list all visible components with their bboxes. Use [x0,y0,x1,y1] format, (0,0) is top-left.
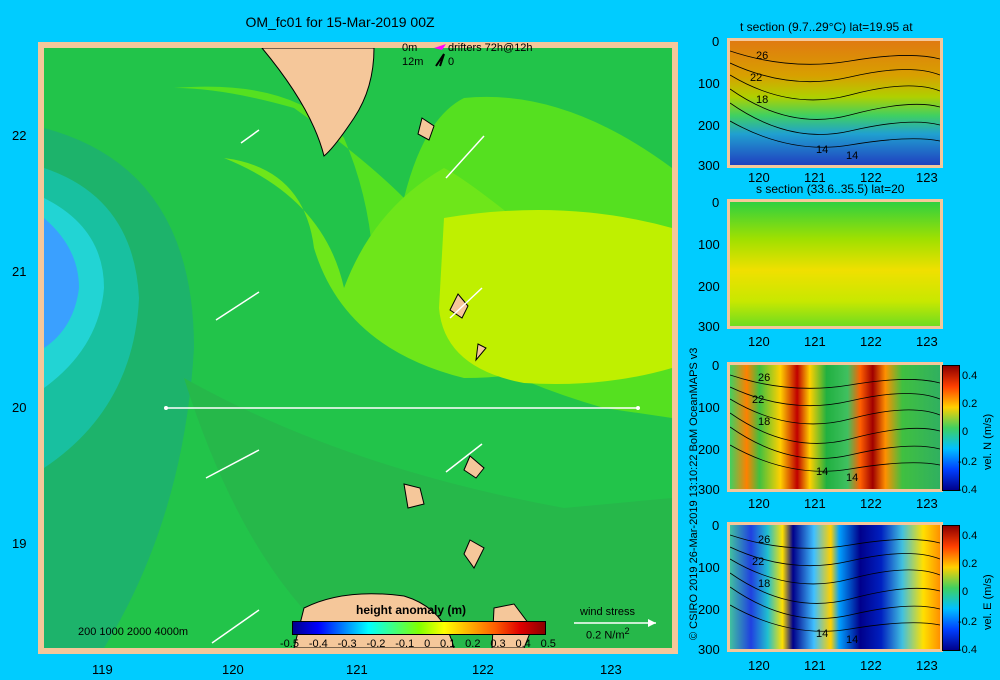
cb-tick: 0.3 [490,638,506,650]
t-contour-label: 26 [756,50,769,62]
map-xtick-122: 122 [472,662,494,677]
sec-ytick: 0 [712,518,720,533]
vn-cb-label: vel. N (m/s) [982,413,994,470]
sec-xtick: 120 [748,170,770,185]
section-end [636,406,640,410]
cb-tick: -0.5 [280,638,299,650]
depth-legend: 200 1000 2000 4000m [78,626,189,638]
map-ytick-21: 21 [12,264,27,279]
sec-ytick: 200 [698,442,720,457]
vn-contour-label: 14 [816,466,829,478]
cb-tick: 0.2 [465,638,481,650]
yellow-green-region [439,210,672,384]
ve-cb-tick: 0 [962,586,969,598]
sec-ytick: 200 [698,118,720,133]
ve-contour-label: 22 [752,556,765,568]
sec-ytick: 300 [698,642,720,657]
sec-xtick: 122 [860,170,882,185]
map-canvas [44,48,672,648]
ve-cb-tick: 0.4 [962,530,978,542]
map-ytick-20: 20 [12,400,27,415]
sec-xtick: 121 [804,334,826,349]
vel-e-colorbar [942,525,960,651]
section-start [164,406,168,410]
sec-ytick: 200 [698,279,720,294]
cb-tick: 0.5 [540,638,556,650]
sec-xtick: 122 [860,334,882,349]
sec-ytick: 0 [712,195,720,210]
height-anomaly-colorbar [292,621,546,635]
sec-ytick: 0 [712,34,720,49]
ve-contour-label: 14 [846,634,859,646]
vn-cb-tick: 0.2 [962,398,978,410]
sec-ytick: 100 [698,237,720,252]
t-contour-label: 14 [816,144,829,156]
cb-tick: -0.4 [308,638,328,650]
vn-cb-tick: -0.4 [958,484,977,496]
sec-xtick: 123 [916,658,938,673]
map-ytick-19: 19 [12,536,27,551]
sec-ytick: 300 [698,482,720,497]
sec-xtick: 123 [916,170,938,185]
cb-tick: -0.2 [366,638,386,650]
cb-tick: 0.4 [515,638,531,650]
sec-ytick: 100 [698,400,720,415]
vn-contour-label: 26 [758,372,771,384]
drifter-icon [434,44,446,67]
s-section-plot[interactable] [730,202,940,326]
s-section-title: s section (33.6..35.5) lat=20 [756,182,905,196]
sec-xtick: 120 [748,496,770,511]
t-contour-label: 22 [750,72,763,84]
cb-tick: 0.1 [440,638,456,650]
sec-xtick: 121 [804,170,826,185]
sec-xtick: 123 [916,496,938,511]
ve-cb-tick: -0.2 [958,616,977,628]
vn-contour-label: 22 [752,394,765,406]
cb-tick: -0.1 [395,638,415,650]
ve-contour-label: 18 [758,578,771,590]
sec-xtick: 121 [804,658,826,673]
ve-cb-label: vel. E (m/s) [982,574,994,630]
ve-contour-label: 14 [816,628,829,640]
vn-cb-tick: -0.2 [958,456,977,468]
drifter-0m-label: 0m [402,42,418,54]
sec-ytick: 0 [712,358,720,373]
vn-cb-tick: 0.4 [962,370,978,382]
map-xtick-119: 119 [92,662,113,677]
sec-ytick: 200 [698,602,720,617]
vn-cb-tick: 0 [962,426,969,438]
t-section-title: t section (9.7..29°C) lat=19.95 at [740,20,913,34]
t-contour-label: 14 [846,150,859,162]
drifters-label: drifters 72h@12h [448,42,533,54]
sec-ytick: 100 [698,560,720,575]
sec-xtick: 123 [916,334,938,349]
sec-xtick: 122 [860,658,882,673]
sec-ytick: 100 [698,76,720,91]
cb-tick: 0 [424,638,431,650]
map-ytick-22: 22 [12,128,27,143]
vn-contour-label: 14 [846,472,859,484]
vel-n-colorbar [942,365,960,491]
map-title: OM_fc01 for 15-Mar-2019 00Z [245,14,435,30]
sec-xtick: 121 [804,496,826,511]
cb-tick: -0.3 [337,638,357,650]
vn-contour-label: 18 [758,416,771,428]
sec-ytick: 300 [698,158,720,173]
map-xtick-123: 123 [600,662,622,677]
ve-cb-tick: 0.2 [962,558,978,570]
colorbar-title: height anomaly (m) [356,603,467,617]
map-xtick-120: 120 [222,662,244,677]
drifter-12m-label: 12m [402,56,424,68]
colorbar-ticks: -0.5 -0.4 -0.3 -0.2 -0.1 0 0.1 0.2 0.3 0… [280,638,556,650]
map-xtick-121: 121 [346,662,368,677]
wind-stress-value: 0.2 N/m2 [586,626,630,642]
t-contour-label: 18 [756,94,769,106]
ve-cb-tick: -0.4 [958,644,977,656]
sec-xtick: 120 [748,658,770,673]
sec-xtick: 120 [748,334,770,349]
sec-xtick: 122 [860,496,882,511]
sec-ytick: 300 [698,319,720,334]
ve-contour-label: 26 [758,534,771,546]
height-anomaly-map[interactable] [44,48,672,648]
